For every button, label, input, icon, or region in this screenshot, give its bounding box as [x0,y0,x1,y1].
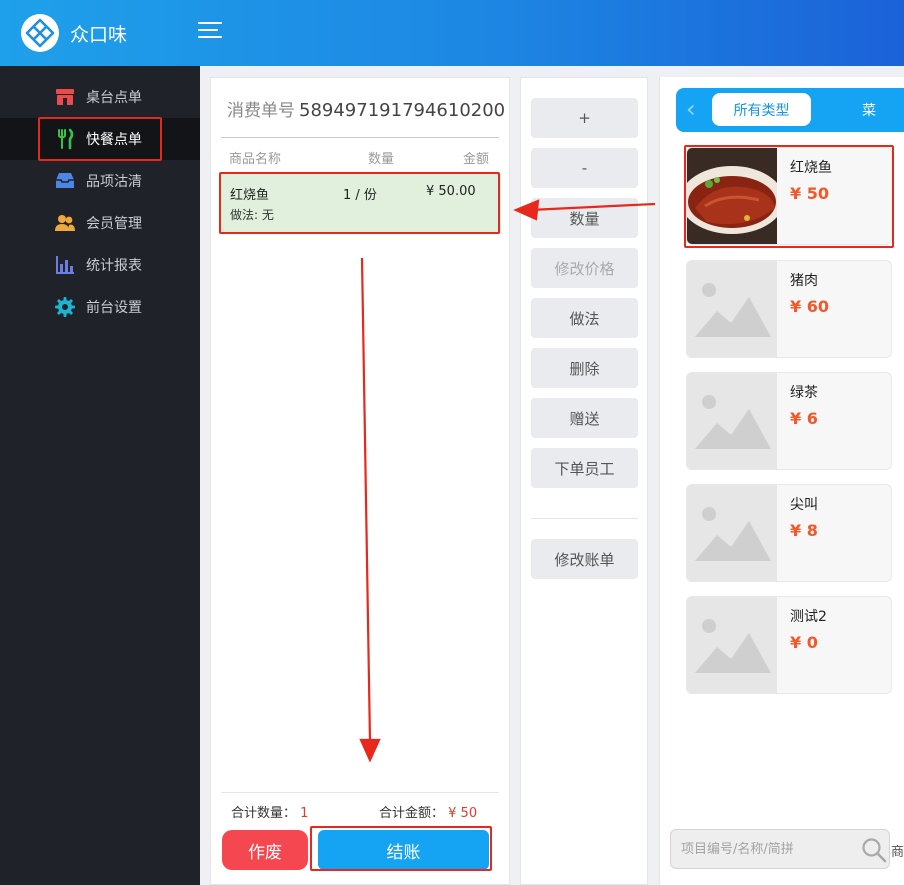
logo-icon [21,14,59,52]
product-price: ¥ 8 [790,521,818,540]
total-quantity-label: 合计数量： [231,806,297,821]
product-price: ¥ 6 [790,409,818,428]
top-header: 众口味 [0,0,904,66]
search-icon[interactable] [861,837,887,863]
bar-chart-icon [56,256,74,274]
delete-button[interactable]: 删除 [531,348,638,388]
search-input[interactable] [681,838,851,860]
gear-icon [55,297,75,317]
chevron-left-icon[interactable]: ‹ [686,97,696,121]
void-button[interactable]: 作废 [222,830,308,870]
users-icon [55,215,75,231]
column-header-amount: 金额 [463,152,490,167]
quantity-button[interactable]: 数量 [531,198,638,238]
inbox-icon [56,173,74,188]
product-panel: ‹ 所有类型 菜 红烧鱼 ¥ 50 猪肉 ¥ 60 绿茶 ¥ 6 尖叫 ¥ 8 … [659,77,904,885]
edit-bill-button[interactable]: 修改账单 [531,539,638,579]
product-photo [687,148,777,244]
change-price-button[interactable]: 修改价格 [531,248,638,288]
total-amount: 合计金额： ¥ 50 [379,802,477,821]
order-staff-button[interactable]: 下单员工 [531,448,638,488]
image-placeholder-icon [687,597,777,693]
product-card[interactable]: 猪肉 ¥ 60 [686,260,892,358]
sidebar-item-fast-order[interactable]: 快餐点单 [0,118,200,160]
sidebar-item-label: 品项沽清 [86,174,142,190]
product-card[interactable]: 测试2 ¥ 0 [686,596,892,694]
image-placeholder-icon [687,261,777,357]
product-name: 尖叫 [790,497,818,513]
fork-knife-icon [58,128,74,150]
image-placeholder-icon [687,373,777,469]
product-price: ¥ 0 [790,633,818,652]
product-name: 测试2 [790,609,827,625]
sidebar-item-label: 前台设置 [86,300,142,316]
sidebar-item-label: 桌台点单 [86,90,142,106]
order-number-label: 消费单号 [227,101,295,121]
column-header-name: 商品名称 [229,152,282,167]
total-amount-label: 合计金额： [379,806,445,821]
order-item-name: 红烧鱼 [230,188,270,203]
product-price: ¥ 60 [790,297,829,316]
total-amount-value: ¥ 50 [448,806,478,821]
action-panel: + - 数量 修改价格 做法 删除 赠送 下单员工 修改账单 [520,77,648,885]
order-item-row[interactable]: 红烧鱼 1 / 份 ¥ 50.00 做法: 无 [221,174,501,234]
sidebar: 桌台点单 快餐点单 品项沽清 会员管理 统计报表 前台设置 [0,66,200,885]
checkout-button[interactable]: 结账 [318,830,489,870]
column-header-qty: 数量 [368,152,395,167]
order-item-method: 做法: 无 [230,208,274,222]
divider [221,137,499,138]
total-quantity-value: 1 [300,806,309,821]
product-card[interactable]: 红烧鱼 ¥ 50 [686,147,892,245]
sidebar-item-label: 统计报表 [86,258,142,274]
order-panel: 消费单号 589497191794610200 商品名称 数量 金额 红烧鱼 1 … [210,77,510,885]
search-box [670,829,890,869]
order-item-amount: ¥ 50.00 [426,184,476,199]
category-bar: ‹ 所有类型 菜 [676,88,904,132]
product-name: 猪肉 [790,273,818,289]
sidebar-item-label: 快餐点单 [86,132,142,148]
cooking-method-button[interactable]: 做法 [531,298,638,338]
app-title: 众口味 [70,24,128,46]
increase-button[interactable]: + [531,98,638,138]
sidebar-item-label: 会员管理 [86,216,142,232]
product-name: 红烧鱼 [790,160,832,176]
search-mode-label[interactable]: 商 [891,841,904,860]
product-card[interactable]: 绿茶 ¥ 6 [686,372,892,470]
image-placeholder-icon [687,485,777,581]
sidebar-item-settings[interactable]: 前台设置 [0,286,200,328]
order-number-value: 589497191794610200 [299,100,506,121]
order-number-title: 消费单号 589497191794610200 [227,96,505,121]
sidebar-item-sold-out[interactable]: 品项沽清 [0,160,200,202]
category-tab-dishes[interactable]: 菜 [862,100,876,120]
category-tab-all[interactable]: 所有类型 [712,93,811,126]
store-icon [56,89,74,105]
sidebar-item-table-order[interactable]: 桌台点单 [0,76,200,118]
product-card[interactable]: 尖叫 ¥ 8 [686,484,892,582]
total-quantity: 合计数量： 1 [231,802,308,821]
order-item-qty: 1 / 份 [343,188,377,203]
product-price: ¥ 50 [790,184,829,203]
product-name: 绿茶 [790,385,818,401]
divider [221,792,499,793]
sidebar-item-reports[interactable]: 统计报表 [0,244,200,286]
menu-toggle-icon[interactable] [198,22,224,44]
gift-button[interactable]: 赠送 [531,398,638,438]
divider [531,518,638,519]
decrease-button[interactable]: - [531,148,638,188]
sidebar-item-members[interactable]: 会员管理 [0,202,200,244]
